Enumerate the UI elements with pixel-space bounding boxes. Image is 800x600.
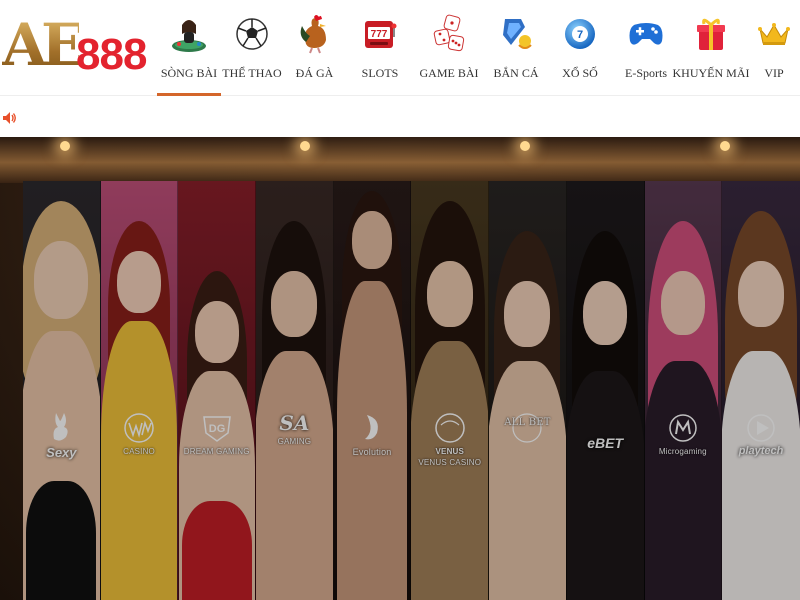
fish-shooting-icon [494, 12, 538, 56]
slot-machine-icon: 777 [358, 12, 402, 56]
evolution-leaf-icon [365, 415, 378, 440]
provider-panels: Sexy CASINO DG DREAM GAMING SA GAMING Ev… [23, 181, 800, 600]
provider-subtitle: DREAM GAMING [183, 447, 250, 456]
provider-name: VENUS [435, 447, 465, 456]
rooster-icon [293, 12, 337, 56]
provider-subtitle: VENUS CASINO [418, 458, 482, 467]
nav-item-promotions[interactable]: KHUYẾN MÃI [673, 0, 750, 96]
ae888-logo[interactable]: AE 888 [2, 12, 147, 82]
svg-text:7: 7 [577, 29, 583, 41]
provider-panel-ebet[interactable]: eBET [566, 181, 645, 600]
provider-panel-sa-gaming[interactable]: SA GAMING [256, 181, 334, 600]
speaker-icon[interactable] [2, 110, 18, 126]
provider-logo: CASINO [101, 411, 178, 456]
provider-logo: VENUS VENUS CASINO [411, 411, 488, 467]
dice-icon [427, 12, 471, 56]
nav-item-fishing[interactable]: BẮN CÁ [484, 0, 548, 96]
lottery-ball-icon: 7 [558, 12, 602, 56]
provider-panel-microgaming[interactable]: Microgaming [644, 181, 723, 600]
provider-panel-playtech[interactable]: playtech [722, 181, 800, 600]
casino-dealer-icon [167, 12, 211, 56]
nav-item-vip[interactable]: VIP [742, 0, 800, 96]
provider-name: eBET [587, 435, 624, 451]
nav-item-cockfight[interactable]: ĐÁ GÀ [283, 0, 346, 96]
provider-panel-evolution[interactable]: Evolution [333, 181, 412, 600]
provider-subtitle: CASINO [123, 447, 155, 456]
provider-logo: Sexy [23, 411, 100, 460]
nav-label: E-Sports [625, 66, 667, 80]
top-header: AE 888 SÒNG BÀI THỂ THAO ĐÁ GÀ 777 SLOTS… [0, 0, 800, 96]
provider-name: Sexy [46, 445, 77, 460]
announcement-bar [0, 96, 800, 137]
nav-label: XỔ SỐ [562, 66, 598, 80]
provider-logo: playtech [722, 411, 800, 457]
main-nav: SÒNG BÀI THỂ THAO ĐÁ GÀ 777 SLOTS GAME B… [157, 0, 800, 96]
nav-label: KHUYẾN MÃI [672, 66, 750, 80]
nav-item-slots[interactable]: 777 SLOTS [346, 0, 414, 96]
dg-shield-icon: DG [202, 416, 231, 442]
wm-logo-icon [124, 413, 154, 443]
nav-item-card-games[interactable]: GAME BÀI [414, 0, 484, 96]
nav-label: BẮN CÁ [493, 66, 539, 80]
provider-subtitle: Microgaming [658, 447, 707, 456]
provider-panel-venus-casino[interactable]: VENUS VENUS CASINO [411, 181, 490, 600]
provider-panel-wm-casino[interactable]: CASINO [100, 181, 179, 600]
ceiling-lamp [300, 141, 310, 151]
playtech-play-icon [747, 414, 775, 442]
gamepad-icon [624, 12, 668, 56]
nav-label: SLOTS [361, 66, 399, 80]
provider-logo: eBET [567, 435, 644, 451]
provider-subtitle: playtech [738, 445, 784, 457]
ceiling-lamp [60, 141, 70, 151]
provider-logo: DG DREAM GAMING [178, 411, 255, 456]
provider-logo: Microgaming [645, 411, 722, 456]
microgaming-m-icon [669, 414, 697, 442]
provider-panel-sexy[interactable]: Sexy [23, 181, 101, 600]
logo-letters: AE [2, 11, 85, 79]
nav-label: SÒNG BÀI [160, 66, 218, 80]
provider-name: SA [279, 411, 310, 435]
provider-logo: SA GAMING [256, 411, 333, 446]
nav-item-esports[interactable]: E-Sports [612, 0, 680, 96]
nav-label: GAME BÀI [419, 66, 479, 80]
provider-name: ALL BET [504, 417, 551, 428]
svg-text:DG: DG [208, 423, 225, 435]
ceiling-lamp [720, 141, 730, 151]
soccer-ball-icon [230, 12, 274, 56]
nav-item-lottery[interactable]: 7 XỔ SỐ [548, 0, 612, 96]
provider-panel-dream-gaming[interactable]: DG DREAM GAMING [178, 181, 257, 600]
nav-label: VIP [764, 66, 784, 80]
provider-panel-allbet[interactable]: ALL BET [489, 181, 567, 600]
gift-box-icon [689, 12, 733, 56]
nav-label: ĐÁ GÀ [295, 66, 334, 80]
live-casino-banner[interactable]: Sexy CASINO DG DREAM GAMING SA GAMING Ev… [0, 137, 800, 600]
logo-number: 888 [76, 30, 147, 79]
venus-emblem-icon [435, 413, 465, 443]
provider-logo: Evolution [334, 411, 411, 457]
provider-logo: ALL BET [489, 411, 566, 443]
casino-ceiling-decoration [0, 137, 800, 183]
provider-subtitle: Evolution [352, 447, 392, 457]
nav-item-sports[interactable]: THỂ THAO [221, 0, 283, 96]
ceiling-lamp [520, 141, 530, 151]
nav-label: THỂ THAO [222, 66, 282, 80]
provider-subtitle: GAMING [277, 437, 312, 446]
svg-text:777: 777 [371, 29, 388, 40]
nav-item-casino[interactable]: SÒNG BÀI [157, 0, 221, 96]
crown-icon [752, 12, 796, 56]
sexy-bunny-icon [53, 413, 68, 441]
